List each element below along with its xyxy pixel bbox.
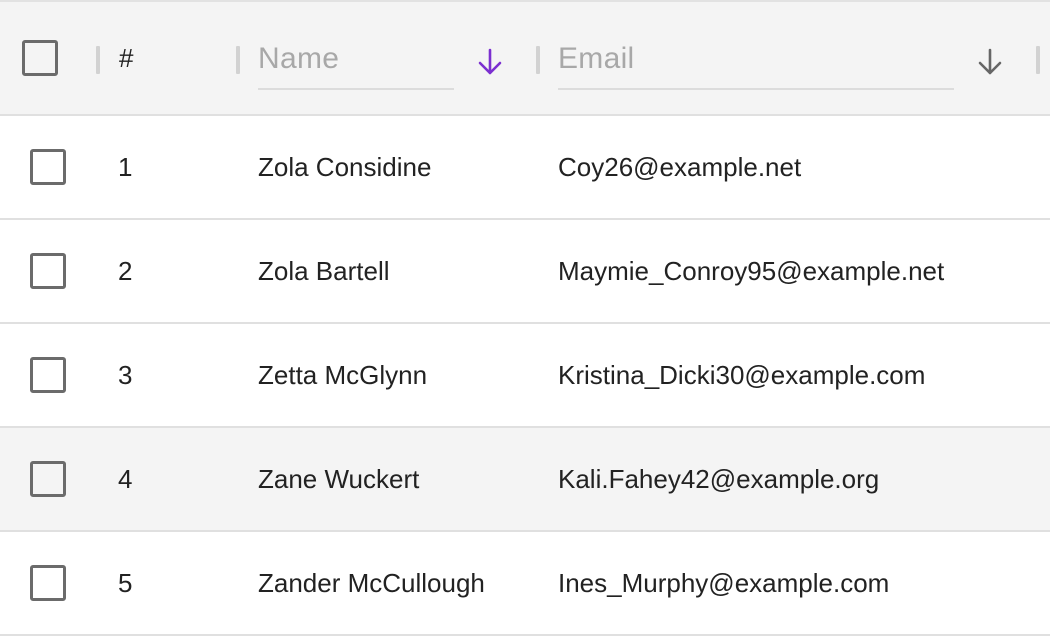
column-resize-handle[interactable] [536, 46, 540, 74]
row-number: 2 [118, 255, 133, 286]
row-email: Ines_Murphy@example.com [558, 567, 890, 598]
row-name: Zola Bartell [258, 255, 390, 286]
row-checkbox-cell [0, 532, 96, 634]
email-cell: Ines_Murphy@example.com [540, 532, 1040, 634]
row-checkbox[interactable] [30, 461, 66, 497]
number-column-header[interactable]: # [119, 43, 133, 74]
row-email: Maymie_Conroy95@example.net [558, 255, 945, 286]
header-checkbox-cell [0, 2, 96, 114]
email-cell: Kali.Fahey42@example.org [540, 428, 1040, 530]
select-all-checkbox[interactable] [22, 40, 58, 76]
name-cell: Zane Wuckert [240, 428, 536, 530]
email-sort-arrow-down-icon[interactable] [975, 46, 1005, 78]
table-row[interactable]: 5 Zander McCullough Ines_Murphy@example.… [0, 532, 1050, 636]
name-cell: Zetta McGlynn [240, 324, 536, 426]
number-cell: 1 [100, 116, 236, 218]
data-grid: # Name Email 1 Zola Considine Coy26@exam… [0, 0, 1050, 636]
row-email: Coy26@example.net [558, 151, 802, 182]
number-cell: 3 [100, 324, 236, 426]
row-number: 5 [118, 567, 133, 598]
row-number: 4 [118, 463, 133, 494]
column-resize-handle[interactable] [236, 46, 240, 74]
email-filter-input[interactable]: Email [558, 36, 954, 90]
name-filter-input[interactable]: Name [258, 36, 454, 90]
table-row[interactable]: 1 Zola Considine Coy26@example.net [0, 116, 1050, 220]
email-cell: Coy26@example.net [540, 116, 1040, 218]
name-sort-arrow-down-icon[interactable] [475, 46, 505, 78]
row-name: Zola Considine [258, 151, 432, 182]
header-row: # Name Email [0, 2, 1050, 116]
number-cell: 5 [100, 532, 236, 634]
row-email: Kristina_Dicki30@example.com [558, 359, 926, 390]
name-cell: Zander McCullough [240, 532, 536, 634]
table-row[interactable]: 2 Zola Bartell Maymie_Conroy95@example.n… [0, 220, 1050, 324]
row-number: 3 [118, 359, 133, 390]
number-cell: 4 [100, 428, 236, 530]
header-number-cell: # [100, 2, 236, 114]
row-checkbox-cell [0, 116, 96, 218]
row-checkbox[interactable] [30, 253, 66, 289]
row-checkbox[interactable] [30, 565, 66, 601]
row-checkbox[interactable] [30, 357, 66, 393]
email-cell: Kristina_Dicki30@example.com [540, 324, 1040, 426]
number-cell: 2 [100, 220, 236, 322]
row-name: Zander McCullough [258, 567, 485, 598]
table-row[interactable]: 4 Zane Wuckert Kali.Fahey42@example.org [0, 428, 1050, 532]
row-checkbox-cell [0, 428, 96, 530]
row-name: Zetta McGlynn [258, 359, 428, 390]
row-email: Kali.Fahey42@example.org [558, 463, 880, 494]
row-number: 1 [118, 151, 133, 182]
name-cell: Zola Considine [240, 116, 536, 218]
column-resize-handle[interactable] [1036, 46, 1040, 74]
email-cell: Maymie_Conroy95@example.net [540, 220, 1040, 322]
name-cell: Zola Bartell [240, 220, 536, 322]
table-row[interactable]: 3 Zetta McGlynn Kristina_Dicki30@example… [0, 324, 1050, 428]
row-checkbox[interactable] [30, 149, 66, 185]
row-checkbox-cell [0, 220, 96, 322]
row-checkbox-cell [0, 324, 96, 426]
row-name: Zane Wuckert [258, 463, 420, 494]
